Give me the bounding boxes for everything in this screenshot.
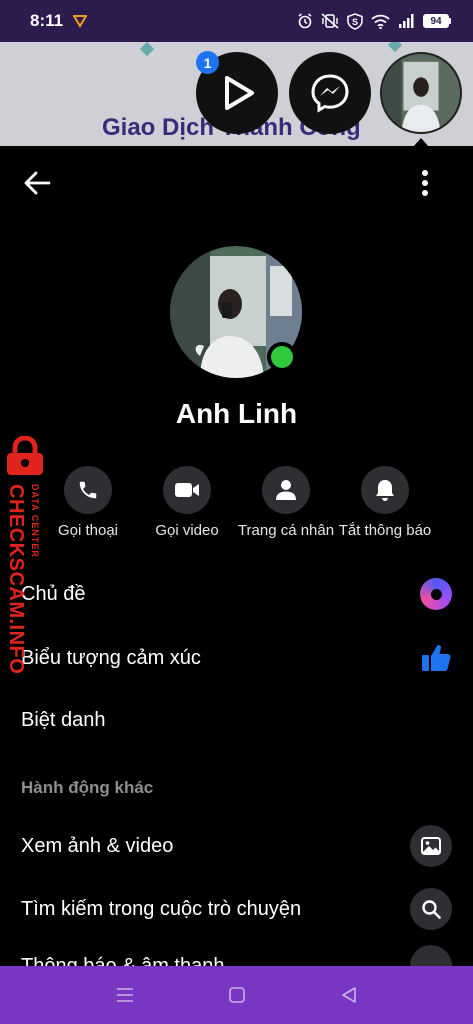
play-icon (225, 76, 254, 110)
menu-view-media-label: Xem ảnh & video (21, 834, 174, 857)
watermark: CHECKSCAM.INFO DATA CENTER (0, 436, 52, 674)
section-heading-more-actions: Hành động khác (21, 778, 154, 797)
quick-actions: Gọi thoại Gọi video Trang cá nhân Tắt th… (0, 466, 473, 546)
wifi-icon (371, 14, 390, 29)
vibrate-off-icon (321, 13, 339, 29)
lock-icon (7, 436, 43, 475)
contact-chat-head[interactable] (380, 52, 462, 134)
nav-menu-button[interactable] (114, 984, 136, 1006)
menu-search-conversation[interactable]: Tìm kiếm trong cuộc trò chuyện (0, 879, 473, 939)
menu-nickname-label: Biệt danh (21, 708, 106, 731)
bell-icon (376, 480, 394, 501)
action-label: Gọi video (155, 522, 219, 539)
action-label: Gọi thoại (57, 522, 119, 539)
menu-notifications-sounds[interactable]: Thông báo & âm thanh (0, 936, 473, 966)
menu-lines-icon (117, 988, 133, 1002)
back-button[interactable] (20, 166, 54, 200)
battery-icon: 94 (423, 14, 451, 28)
action-video-call-circle[interactable] (163, 466, 211, 514)
decor-diamond (139, 42, 155, 57)
menu-emoji[interactable]: Biểu tượng cảm xúc (0, 628, 473, 688)
home-square-icon (229, 987, 245, 1003)
person-icon (276, 480, 296, 500)
messenger-chat-head[interactable] (289, 52, 371, 134)
alarm-icon (298, 13, 312, 29)
messenger-icon (311, 74, 349, 113)
back-triangle-icon (342, 987, 356, 1003)
contact-avatar (382, 54, 460, 132)
image-icon (410, 825, 452, 867)
more-options-button[interactable] (410, 166, 440, 200)
watermark-brand: CHECKSCAM.INFO (5, 484, 27, 675)
status-time: 8:11 (30, 11, 64, 30)
action-mute[interactable]: Tắt thông báo (325, 466, 445, 539)
video-camera-icon (175, 483, 199, 497)
nav-home-button[interactable] (226, 984, 248, 1006)
status-icons: S 94 (297, 12, 451, 30)
vpn-icon (73, 15, 88, 28)
profile-name: Anh Linh (175, 398, 298, 429)
thumbs-up-icon (420, 643, 452, 673)
search-icon (410, 888, 452, 930)
decor-diamond (387, 42, 403, 53)
signal-icon (399, 14, 414, 28)
svg-text:S: S (352, 17, 358, 27)
action-label: Trang cá nhân (237, 522, 335, 539)
more-vertical-icon (422, 170, 428, 196)
phone-icon (79, 481, 97, 499)
battery-level: 94 (423, 14, 449, 28)
menu-search-label: Tìm kiếm trong cuộc trò chuyện (21, 897, 302, 920)
menu-notifications-label: Thông báo & âm thanh (21, 954, 225, 967)
menu-theme[interactable]: Chủ đề (0, 564, 473, 624)
action-label: Tắt thông báo (338, 522, 432, 539)
status-bar: 8:11 S 94 (0, 0, 473, 42)
menu-nickname[interactable]: Biệt danh (0, 690, 473, 750)
nav-back-button[interactable] (338, 984, 360, 1006)
conversation-details-sheet: Anh Linh Gọi thoại Gọi video Trang cá nh… (0, 146, 473, 966)
menu-view-media[interactable]: Xem ảnh & video (0, 816, 473, 876)
notifications-icon (410, 945, 452, 966)
online-status-dot (267, 342, 297, 372)
action-mute-circle[interactable] (361, 466, 409, 514)
watermark-tagline: DATA CENTER (30, 484, 40, 558)
action-profile-circle[interactable] (262, 466, 310, 514)
theme-icon (420, 578, 452, 610)
system-nav-bar (0, 966, 473, 1024)
shield-s-icon: S (347, 12, 363, 30)
back-arrow-icon (24, 171, 51, 195)
chat-head-badge: 1 (196, 51, 219, 74)
action-voice-call-circle[interactable] (64, 466, 112, 514)
